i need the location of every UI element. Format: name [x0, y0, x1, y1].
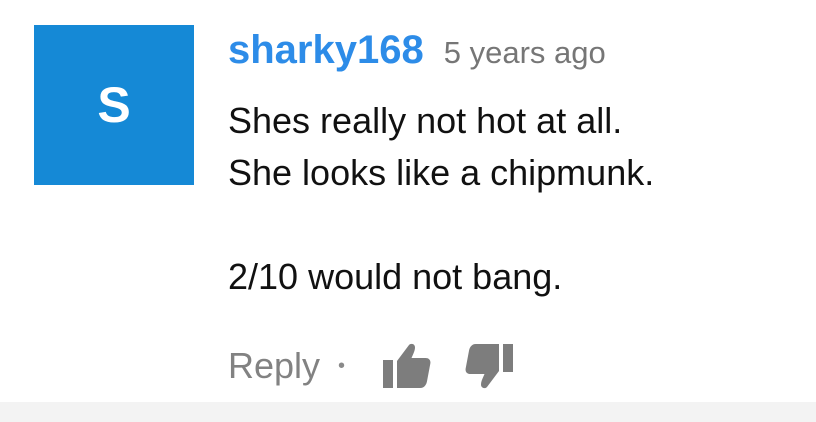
thumbs-down-icon[interactable]: [463, 340, 515, 392]
comment-body: Shes really not hot at all. She looks li…: [228, 95, 788, 303]
reply-button[interactable]: Reply: [228, 345, 320, 387]
avatar-letter: S: [97, 77, 131, 133]
comment-line-1: Shes really not hot at all.: [228, 100, 623, 141]
thumbs-up-icon[interactable]: [381, 340, 433, 392]
comment-line-2: She looks like a chipmunk.: [228, 152, 655, 193]
comment-header: sharky168 5 years ago: [228, 28, 606, 78]
comment: S sharky168 5 years ago Shes really not …: [0, 0, 816, 400]
timestamp[interactable]: 5 years ago: [444, 35, 606, 71]
username-link[interactable]: sharky168: [228, 28, 424, 73]
comment-blank-line: [228, 199, 788, 251]
comment-line-3: 2/10 would not bang.: [228, 256, 563, 297]
avatar[interactable]: S: [34, 25, 194, 185]
separator-dot: •: [338, 354, 346, 377]
comment-actions: Reply •: [228, 338, 515, 394]
bottom-divider: [0, 402, 816, 422]
